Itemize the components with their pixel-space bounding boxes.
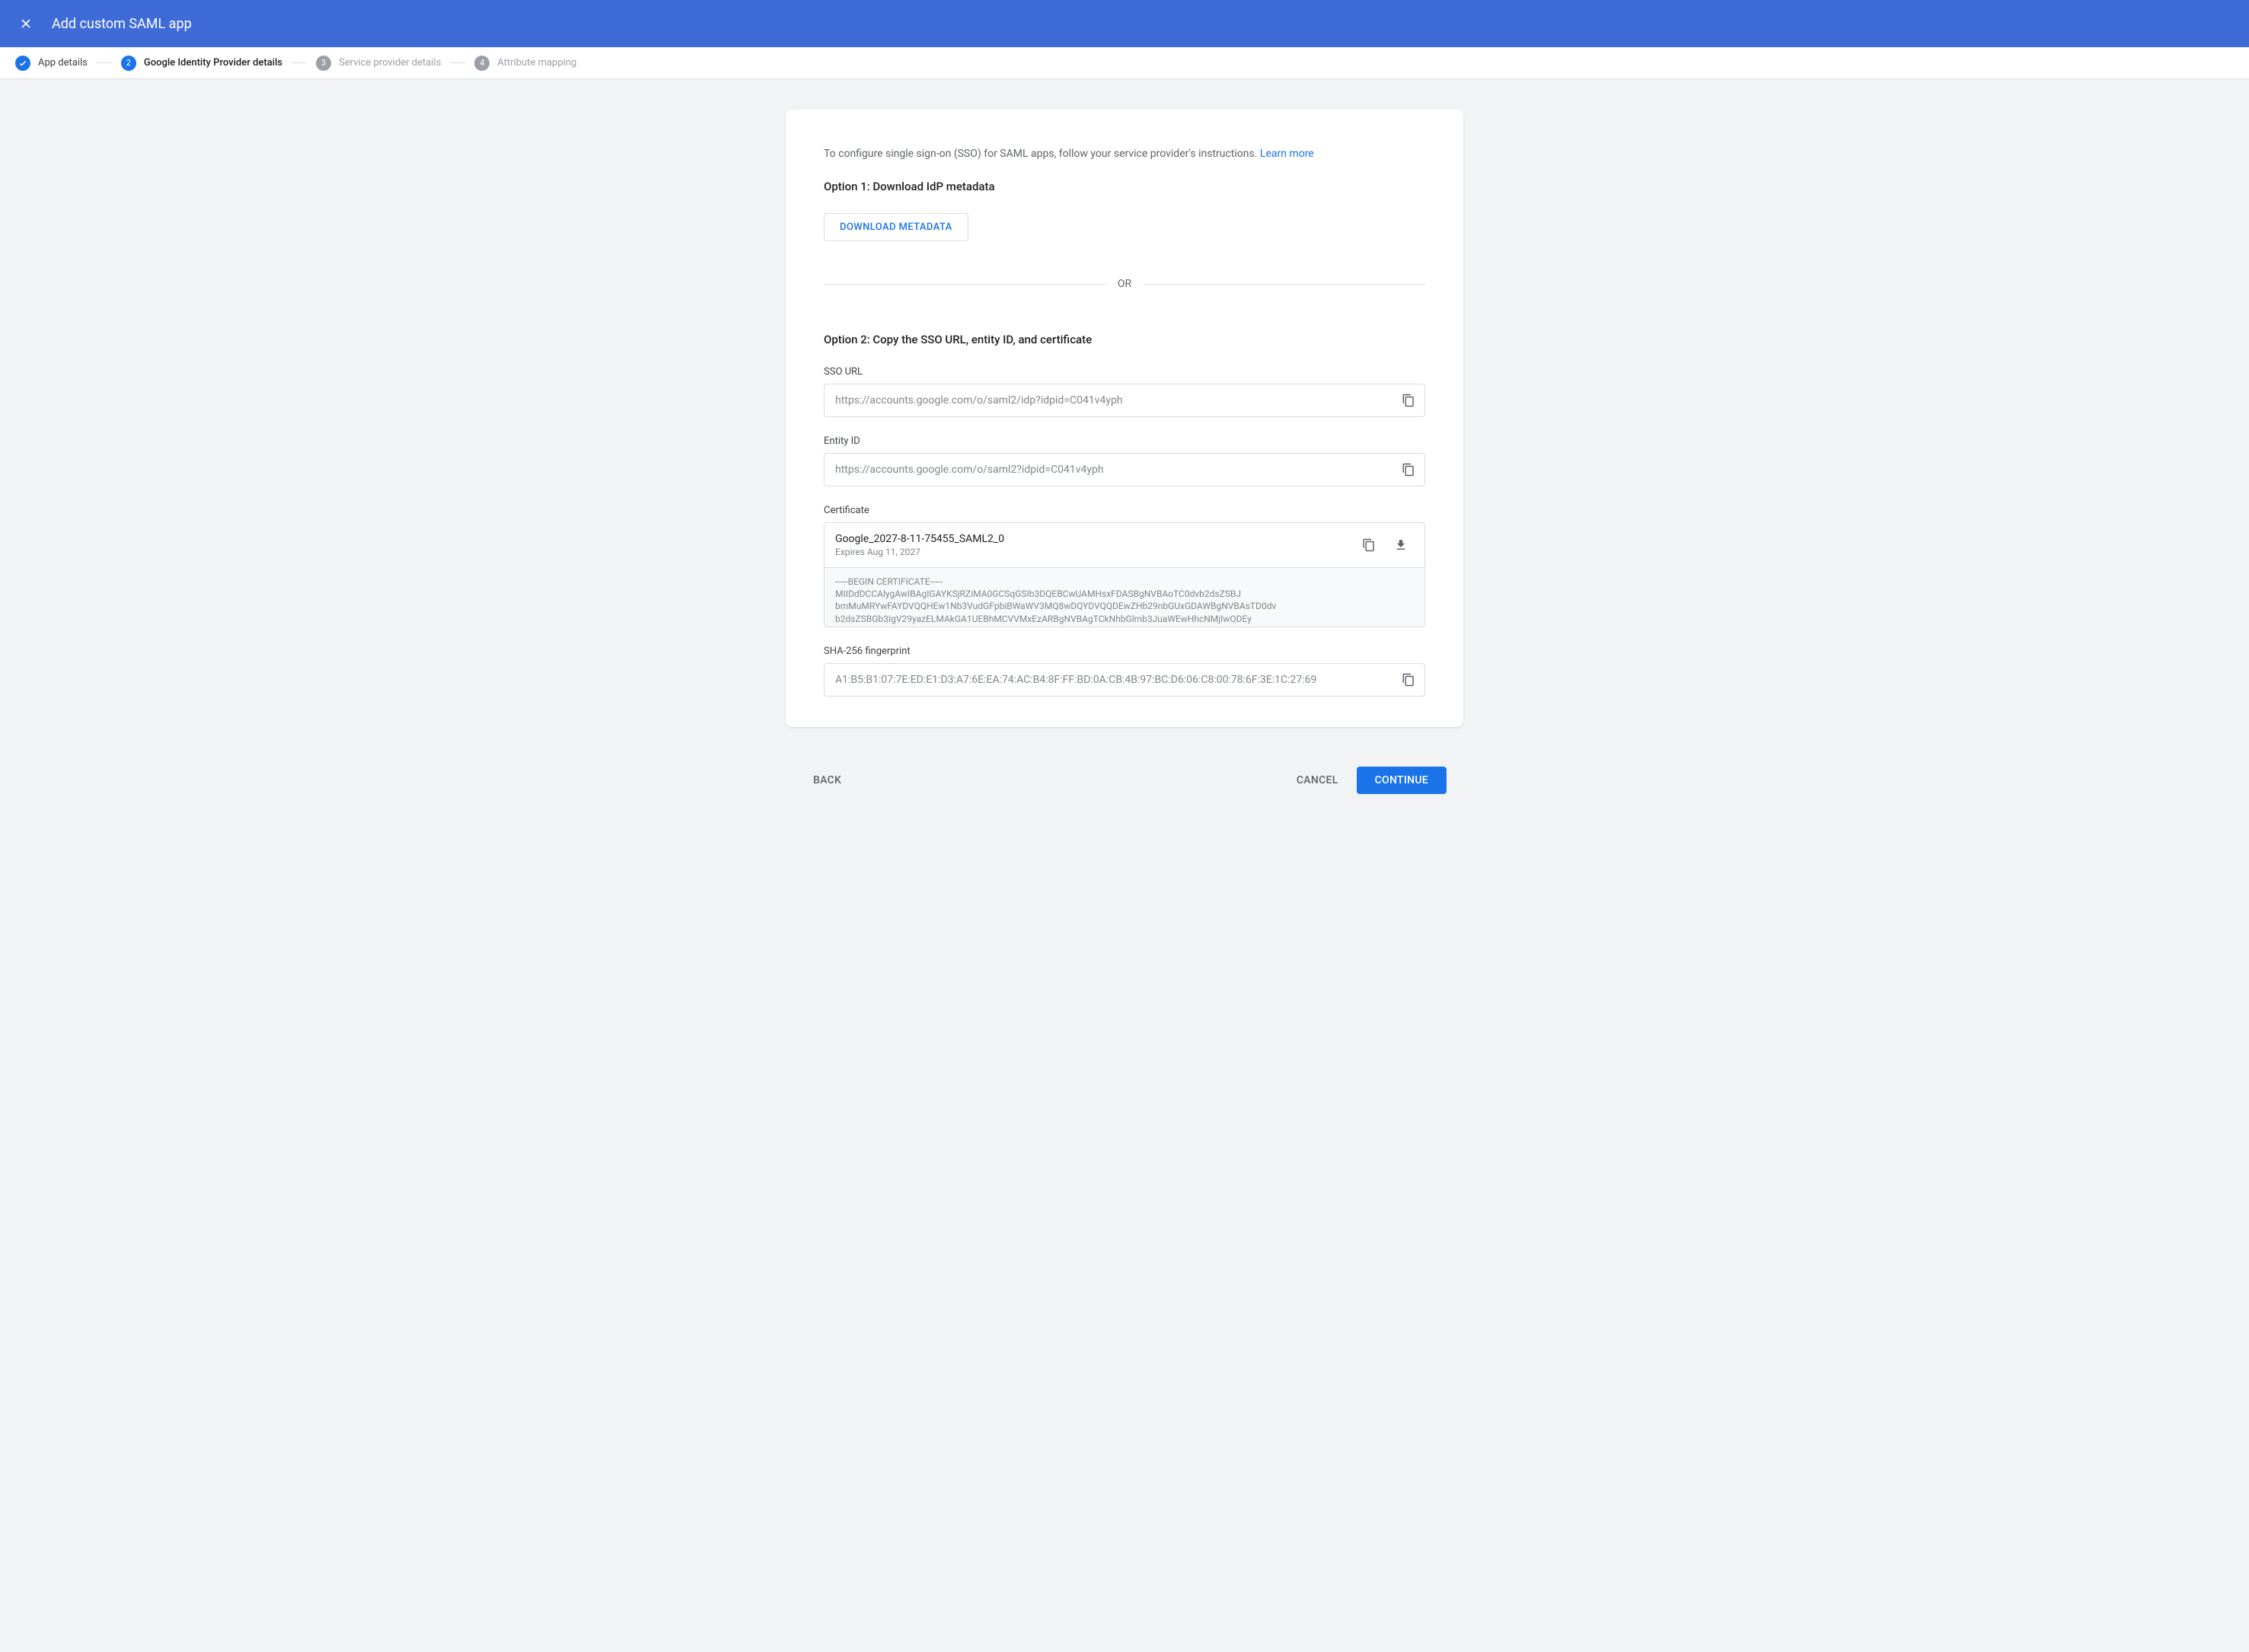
download-metadata-button[interactable]: DOWNLOAD METADATA bbox=[824, 213, 968, 241]
step-label: Service provider details bbox=[339, 57, 441, 69]
back-button[interactable]: BACK bbox=[802, 767, 852, 794]
fingerprint-label: SHA-256 fingerprint bbox=[824, 646, 1425, 657]
certificate-name: Google_2027-8-11-75455_SAML2_0 bbox=[835, 533, 1353, 545]
download-icon[interactable] bbox=[1385, 529, 1417, 561]
certificate-label: Certificate bbox=[824, 505, 1425, 516]
step-label: App details bbox=[38, 57, 88, 69]
or-text: OR bbox=[1105, 278, 1144, 290]
step-attribute-mapping: 4 Attribute mapping bbox=[474, 56, 576, 71]
step-divider bbox=[97, 62, 112, 63]
intro-copy: To configure single sign-on (SSO) for SA… bbox=[824, 148, 1260, 160]
fingerprint-field: SHA-256 fingerprint A1:B5:B1:07:7E:ED:E1… bbox=[824, 646, 1425, 697]
learn-more-link[interactable]: Learn more bbox=[1260, 148, 1314, 160]
entity-id-label: Entity ID bbox=[824, 435, 1425, 447]
entity-id-value: https://accounts.google.com/o/saml2?idpi… bbox=[825, 454, 1392, 485]
step-label: Attribute mapping bbox=[497, 57, 576, 69]
step-sp-details: 3 Service provider details bbox=[316, 56, 441, 71]
check-icon bbox=[15, 56, 30, 71]
main-card: To configure single sign-on (SSO) for SA… bbox=[786, 110, 1463, 727]
step-divider bbox=[292, 62, 307, 63]
sso-url-value: https://accounts.google.com/o/saml2/idp?… bbox=[825, 385, 1392, 416]
or-divider: OR bbox=[824, 278, 1425, 290]
step-idp-details[interactable]: 2 Google Identity Provider details bbox=[121, 56, 282, 71]
option2-title: Option 2: Copy the SSO URL, entity ID, a… bbox=[824, 333, 1425, 346]
copy-icon[interactable] bbox=[1353, 529, 1385, 561]
certificate-expires: Expires Aug 11, 2027 bbox=[835, 547, 1353, 557]
footer: BACK CANCEL CONTINUE bbox=[786, 767, 1463, 817]
continue-button[interactable]: CONTINUE bbox=[1357, 767, 1447, 794]
step-app-details[interactable]: App details bbox=[15, 56, 88, 71]
certificate-text: -----BEGIN CERTIFICATE----- MIIDdDCCAlyg… bbox=[825, 568, 1424, 627]
option1-title: Option 1: Download IdP metadata bbox=[824, 180, 1425, 193]
intro-text: To configure single sign-on (SSO) for SA… bbox=[824, 148, 1425, 160]
step-number-icon: 2 bbox=[121, 56, 136, 71]
page-title: Add custom SAML app bbox=[52, 16, 192, 32]
step-label: Google Identity Provider details bbox=[144, 57, 282, 69]
entity-id-field: Entity ID https://accounts.google.com/o/… bbox=[824, 435, 1425, 486]
copy-icon[interactable] bbox=[1392, 384, 1424, 416]
copy-icon[interactable] bbox=[1392, 664, 1424, 696]
step-number-icon: 3 bbox=[316, 56, 331, 71]
step-divider bbox=[450, 62, 465, 63]
certificate-body[interactable]: -----BEGIN CERTIFICATE----- MIIDdDCCAlyg… bbox=[824, 568, 1425, 627]
stepper: App details 2 Google Identity Provider d… bbox=[0, 47, 2249, 79]
sso-url-label: SSO URL bbox=[824, 366, 1425, 378]
certificate-field: Certificate Google_2027-8-11-75455_SAML2… bbox=[824, 505, 1425, 627]
app-header: Add custom SAML app bbox=[0, 0, 2249, 47]
step-number-icon: 4 bbox=[474, 56, 490, 71]
cancel-button[interactable]: CANCEL bbox=[1286, 767, 1349, 794]
close-icon[interactable] bbox=[18, 16, 33, 31]
copy-icon[interactable] bbox=[1392, 454, 1424, 486]
fingerprint-value: A1:B5:B1:07:7E:ED:E1:D3:A7:6E:EA:74:AC:B… bbox=[825, 665, 1392, 695]
sso-url-field: SSO URL https://accounts.google.com/o/sa… bbox=[824, 366, 1425, 417]
